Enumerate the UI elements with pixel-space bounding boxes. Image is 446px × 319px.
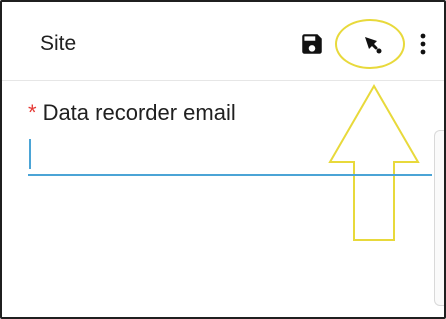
input-underline: [28, 174, 432, 176]
annotation-circle: [335, 19, 405, 69]
save-button[interactable]: [299, 31, 325, 57]
text-caret: [29, 139, 31, 169]
field-label-text: Data recorder email: [42, 100, 236, 125]
app-frame: Site * Data recorder email: [0, 0, 446, 319]
save-icon: [302, 34, 322, 54]
field-label: * Data recorder email: [28, 100, 236, 126]
page-title: Site: [40, 32, 77, 55]
more-vert-icon: [420, 33, 426, 55]
more-options-button[interactable]: [413, 30, 433, 60]
data-recorder-email-field[interactable]: [28, 134, 432, 178]
required-marker: *: [28, 100, 37, 125]
side-panel-edge: [434, 130, 444, 306]
